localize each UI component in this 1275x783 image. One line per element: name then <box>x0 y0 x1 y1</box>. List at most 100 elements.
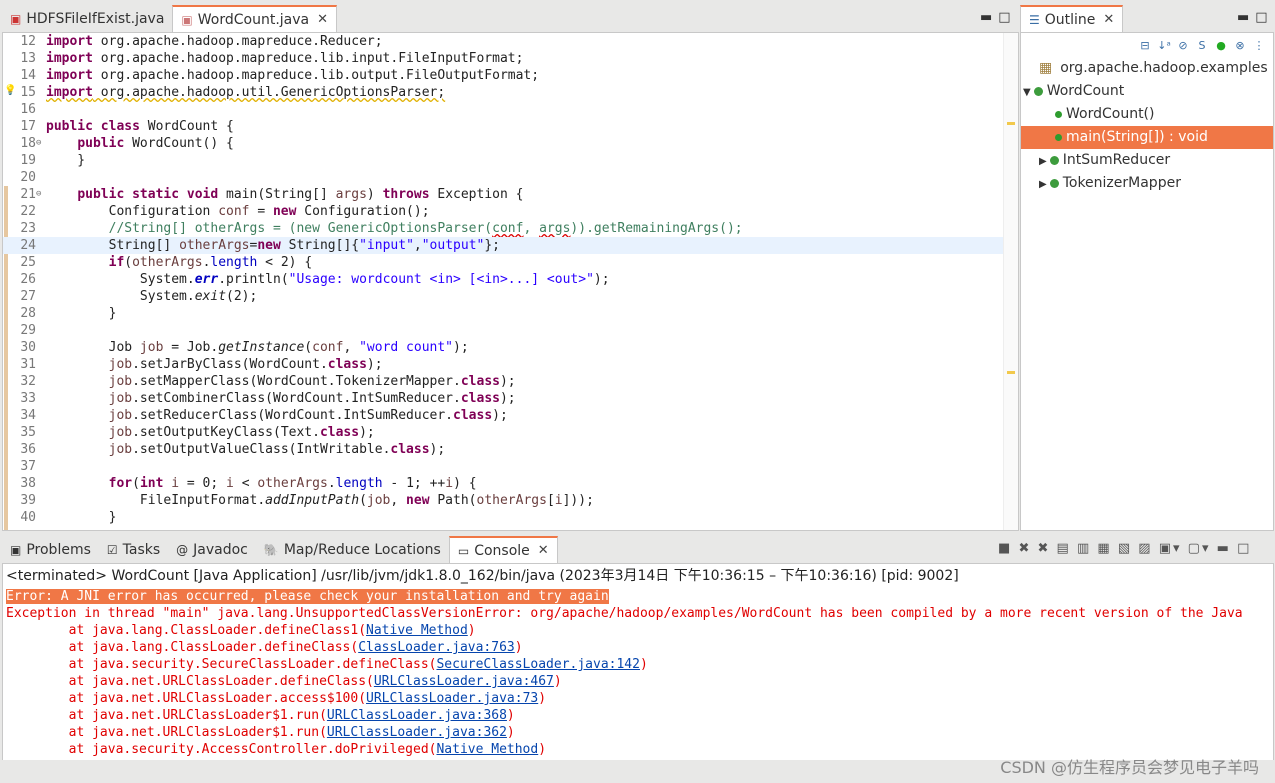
outline-node-inner-class[interactable]: ▶ IntSumReducer <box>1021 149 1273 172</box>
tab-problems[interactable]: ▣ Problems <box>2 537 99 563</box>
close-icon[interactable]: ✕ <box>1103 12 1114 27</box>
source-link[interactable]: Native Method <box>366 623 468 638</box>
tab-map-reduce-locations[interactable]: 🐘 Map/Reduce Locations <box>256 537 449 563</box>
code-line[interactable]: 14 import org.apache.hadoop.mapreduce.lib… <box>3 67 1004 84</box>
line-number: 13 <box>20 51 36 66</box>
code-line[interactable]: 39 FileInputFormat.addInputPath(job, new… <box>3 492 1004 509</box>
hide-nonpublic-icon[interactable]: ● <box>1213 39 1229 52</box>
code-line[interactable]: 21 ⊖ public static void main(String[] arg… <box>3 186 1004 203</box>
source-link[interactable]: URLClassLoader.java:73 <box>366 691 538 706</box>
source-link[interactable]: URLClassLoader.java:362 <box>327 725 507 740</box>
source-link[interactable]: URLClassLoader.java:467 <box>374 674 554 689</box>
code-line[interactable]: 36 job.setOutputValueClass(IntWritable.c… <box>3 441 1004 458</box>
code-line[interactable]: 31 job.setJarByClass(WordCount.class); <box>3 356 1004 373</box>
minimize-icon[interactable]: ▬ <box>980 10 998 25</box>
source-link[interactable]: Native Method <box>436 742 538 757</box>
code-line[interactable]: 38 for(int i = 0; i < otherArgs.length -… <box>3 475 1004 492</box>
tab-outline[interactable]: ☰ Outline ✕ <box>1020 5 1124 33</box>
outline-node-method[interactable]: main(String[]) : void <box>1021 126 1273 149</box>
tab-javadoc[interactable]: @ Javadoc <box>168 537 256 563</box>
terminate-icon[interactable]: ■ <box>998 541 1012 556</box>
hide-static-icon[interactable]: Ѕ <box>1194 39 1210 52</box>
sort-icon[interactable]: ↓ᵃ <box>1156 39 1172 52</box>
source-link[interactable]: ClassLoader.java:763 <box>358 640 515 655</box>
code-line[interactable]: 35 job.setOutputKeyClass(Text.class); <box>3 424 1004 441</box>
display-console-icon[interactable]: ▣▾ <box>1159 541 1182 556</box>
code-line[interactable]: 27 System.exit(2); <box>3 288 1004 305</box>
code-line[interactable]: 26 System.err.println("Usage: wordcount … <box>3 271 1004 288</box>
open-console-icon[interactable]: ▢▾ <box>1188 541 1211 556</box>
code-line[interactable]: 29 <box>3 322 1004 339</box>
tab-wordcount[interactable]: ▣ WordCount.java ✕ <box>172 5 338 33</box>
outline-tabbar: ☰ Outline ✕ <box>1020 5 1274 33</box>
code-line[interactable]: 17 public class WordCount { <box>3 118 1004 135</box>
code-line[interactable]: 40 } <box>3 509 1004 526</box>
line-number: 14 <box>20 68 36 83</box>
hide-local-types-icon[interactable]: ⊗ <box>1232 39 1248 52</box>
quickfix-warning-icon[interactable]: 💡 <box>4 85 16 96</box>
code-line[interactable]: 19 } <box>3 152 1004 169</box>
stack-frame: at java.net.URLClassLoader$1.run(URLClas… <box>6 708 515 723</box>
maximize-icon[interactable]: □ <box>1237 541 1251 556</box>
code-line[interactable]: 34 job.setReducerClass(WordCount.IntSumR… <box>3 407 1004 424</box>
warning-marker[interactable] <box>1007 371 1015 374</box>
code-line[interactable]: 15 import org.apache.hadoop.util.GenericO… <box>3 84 1004 101</box>
console-panel[interactable]: <terminated> WordCount [Java Application… <box>2 563 1274 761</box>
code-text: } <box>46 510 117 525</box>
console-exception-line: Exception in thread "main" java.lang.Uns… <box>6 606 1243 621</box>
outline-node-inner-class[interactable]: ▶ TokenizerMapper <box>1021 172 1273 195</box>
remove-all-icon[interactable]: ✖ <box>1037 541 1050 556</box>
collapse-arrow-icon[interactable]: ▶ <box>1039 156 1047 167</box>
code-line[interactable]: 33 job.setCombinerClass(WordCount.IntSum… <box>3 390 1004 407</box>
show-on-output-icon[interactable]: ▧ <box>1118 541 1132 556</box>
clear-console-icon[interactable]: ▤ <box>1057 541 1071 556</box>
code-editor[interactable]: 12 import org.apache.hadoop.mapreduce.Red… <box>2 32 1019 531</box>
code-line[interactable]: 37 <box>3 458 1004 475</box>
code-line[interactable]: 25 if(otherArgs.length < 2) { <box>3 254 1004 271</box>
code-line[interactable]: 16 <box>3 101 1004 118</box>
outline-node-constructor[interactable]: WordCount() <box>1021 103 1273 126</box>
overview-ruler[interactable] <box>1003 33 1018 530</box>
outline-label: main(String[]) : void <box>1066 129 1208 145</box>
code-line[interactable]: 28 } <box>3 305 1004 322</box>
tab-label: Outline <box>1044 11 1096 28</box>
tab-hdfsfileifexist[interactable]: ▣ HDFSFileIfExist.java <box>2 6 172 32</box>
maximize-icon[interactable]: □ <box>998 10 1016 25</box>
close-icon[interactable]: ✕ <box>317 12 328 27</box>
line-number: 18 <box>20 136 36 151</box>
pin-console-icon[interactable]: ▨ <box>1138 541 1152 556</box>
minimize-icon[interactable]: ▬ <box>1237 10 1255 25</box>
code-line[interactable]: 13 import org.apache.hadoop.mapreduce.lib… <box>3 50 1004 67</box>
outline-node-package[interactable]: ▦ org.apache.hadoop.examples <box>1021 57 1273 80</box>
word-wrap-icon[interactable]: ▦ <box>1097 541 1111 556</box>
outline-node-class[interactable]: ▼ WordCount <box>1021 80 1273 103</box>
fold-toggle-icon[interactable]: ⊖ <box>36 186 46 203</box>
code-line[interactable]: 23 //String[] otherArgs = (new GenericOp… <box>3 220 1004 237</box>
code-line[interactable]: 32 job.setMapperClass(WordCount.Tokenize… <box>3 373 1004 390</box>
tab-console[interactable]: ▭ Console ✕ <box>448 536 558 564</box>
code-line[interactable]: 12 import org.apache.hadoop.mapreduce.Red… <box>3 33 1004 50</box>
code-line[interactable]: 24 String[] otherArgs=new String[]{"inpu… <box>3 237 1004 254</box>
source-link[interactable]: SecureClassLoader.java:142 <box>436 657 640 672</box>
outline-label: IntSumReducer <box>1062 152 1171 168</box>
code-line[interactable]: 30 Job job = Job.getInstance(conf, "word… <box>3 339 1004 356</box>
collapse-arrow-icon[interactable]: ▶ <box>1039 179 1047 190</box>
tab-tasks[interactable]: ☑ Tasks <box>99 537 168 563</box>
remove-launch-icon[interactable]: ✖ <box>1018 541 1031 556</box>
expand-arrow-icon[interactable]: ▼ <box>1023 87 1031 98</box>
line-number: 35 <box>20 425 36 440</box>
code-line[interactable]: 20 <box>3 169 1004 186</box>
hide-fields-icon[interactable]: ⊘ <box>1175 39 1191 52</box>
fold-toggle-icon[interactable]: ⊖ <box>36 135 46 152</box>
scroll-lock-icon[interactable]: ▥ <box>1077 541 1091 556</box>
warning-marker[interactable] <box>1007 122 1015 125</box>
stack-trace: at java.lang.ClassLoader.defineClass1(Na… <box>3 622 1273 758</box>
minimize-icon[interactable]: ▬ <box>1217 541 1231 556</box>
close-icon[interactable]: ✕ <box>538 543 549 558</box>
view-menu-icon[interactable]: ⋮ <box>1251 39 1267 52</box>
collapse-all-icon[interactable]: ⊟ <box>1137 39 1153 52</box>
code-line[interactable]: 18 ⊖ public WordCount() { <box>3 135 1004 152</box>
source-link[interactable]: URLClassLoader.java:368 <box>327 708 507 723</box>
code-line[interactable]: 22 Configuration conf = new Configuratio… <box>3 203 1004 220</box>
maximize-icon[interactable]: □ <box>1255 10 1273 25</box>
